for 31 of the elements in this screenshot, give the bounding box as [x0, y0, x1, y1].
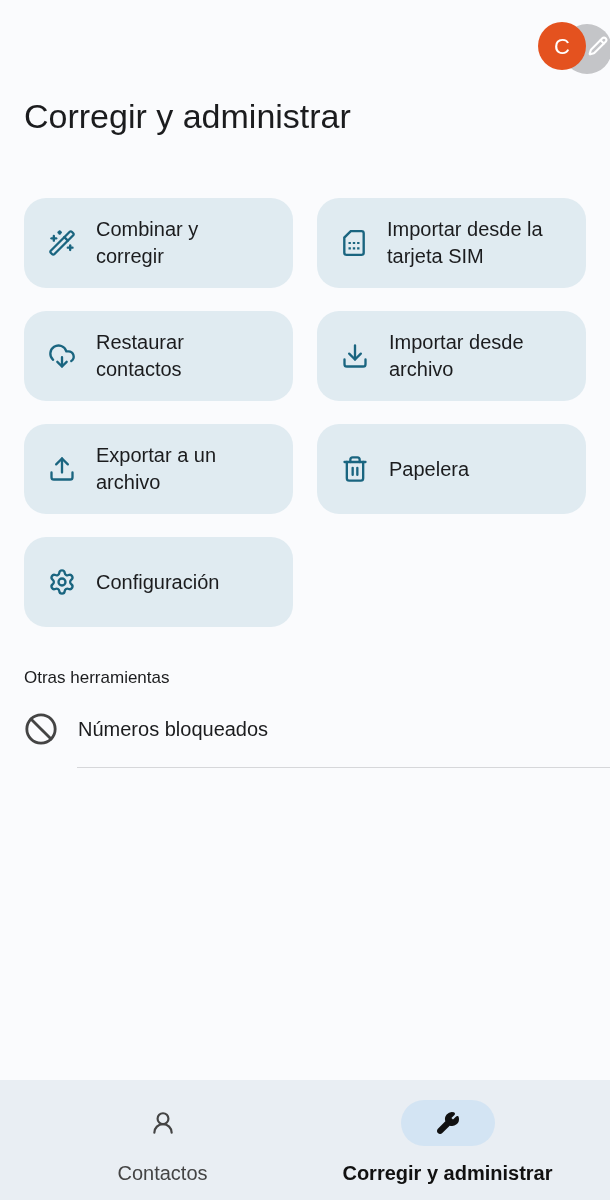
- page-title: Corregir y administrar: [23, 96, 352, 136]
- action-tile[interactable]: Restaurar contactos: [24, 311, 293, 401]
- action-tile[interactable]: Combinar y corregir: [24, 198, 293, 288]
- action-label: Combinar y corregir: [96, 217, 200, 269]
- nav-tab[interactable]: Corregir y administrar: [305, 1100, 590, 1200]
- magic-wand-icon: [48, 229, 76, 257]
- nav-tab[interactable]: Contactos: [20, 1100, 305, 1200]
- cloud-download-icon: [48, 342, 76, 370]
- avatar-initial: C: [554, 32, 570, 61]
- wrench-icon: [435, 1111, 460, 1135]
- blocked-numbers-item[interactable]: Números bloqueados: [0, 690, 610, 767]
- action-label: Configuración: [96, 569, 220, 595]
- upload-icon: [48, 455, 76, 483]
- sim-card-icon: [341, 229, 367, 257]
- action-tile[interactable]: Importar desde la tarjeta SIM: [317, 198, 586, 288]
- action-tile[interactable]: Papelera: [317, 424, 586, 514]
- download-icon: [341, 342, 369, 370]
- account-avatar[interactable]: C: [538, 22, 586, 70]
- action-label: Exportar a un archivo: [96, 443, 218, 495]
- edit-icon: [588, 36, 608, 56]
- block-icon: [24, 711, 58, 746]
- action-label: Restaurar contactos: [96, 330, 185, 382]
- action-label: Importar desde la tarjeta SIM: [387, 217, 544, 269]
- action-tile[interactable]: Importar desde archivo: [317, 311, 586, 401]
- action-tile[interactable]: Exportar a un archivo: [24, 424, 293, 514]
- section-heading: Otras herramientas: [23, 667, 171, 689]
- action-tile[interactable]: Configuración: [24, 537, 293, 627]
- trash-icon: [341, 455, 369, 483]
- action-label: Papelera: [389, 456, 470, 482]
- action-label: Importar desde archivo: [389, 330, 525, 382]
- settings-icon: [48, 568, 76, 596]
